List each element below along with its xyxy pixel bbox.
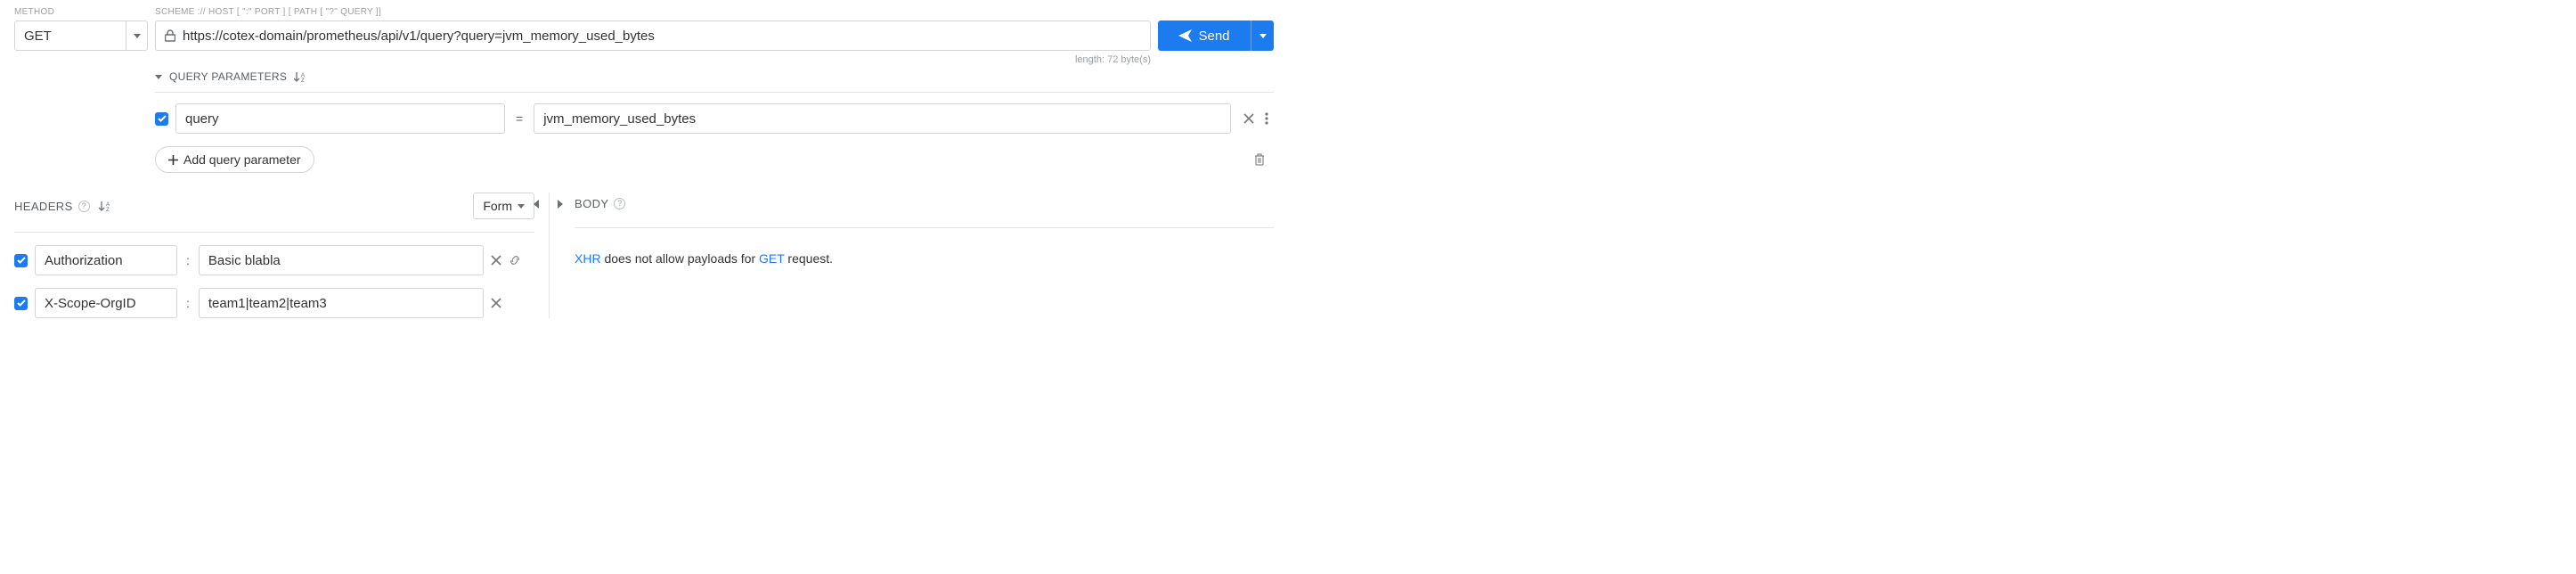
svg-text:Z: Z [106, 208, 110, 211]
query-params-title: QUERY PARAMETERS [169, 70, 287, 83]
pane-divider [549, 193, 550, 318]
body-msg-mid: does not allow payloads for [601, 251, 759, 266]
body-msg-post: request. [785, 251, 833, 266]
body-message: XHR does not allow payloads for GET requ… [575, 251, 1274, 266]
sort-icon[interactable]: AZ [294, 71, 306, 82]
add-param-label: Add query parameter [183, 152, 301, 167]
trash-icon[interactable] [1254, 153, 1265, 166]
method-value: GET [15, 21, 126, 50]
header-key-input[interactable] [35, 245, 177, 275]
help-icon[interactable]: ? [78, 201, 90, 212]
remove-header-icon[interactable] [491, 255, 501, 266]
header-row: : [14, 245, 534, 275]
url-input-container[interactable] [155, 20, 1151, 51]
plus-icon [168, 155, 178, 165]
colon: : [184, 253, 192, 267]
send-label: Send [1198, 29, 1229, 44]
headers-title: HEADERS ? AZ [14, 200, 111, 213]
url-input[interactable] [183, 29, 1141, 44]
query-params-header[interactable]: QUERY PARAMETERS AZ [155, 70, 1274, 83]
equals-sign: = [512, 111, 526, 126]
lock-icon [165, 29, 183, 42]
url-hint-label: SCHEME :// HOST [ ":" PORT ] [ PATH [ "?… [155, 7, 1151, 17]
method-dropdown-caret[interactable] [126, 21, 147, 50]
param-value-input[interactable] [534, 103, 1231, 134]
remove-param-icon[interactable] [1243, 113, 1254, 124]
caret-down-icon [155, 75, 162, 79]
url-length-text: length: 72 byte(s) [14, 54, 1274, 65]
link-icon[interactable] [509, 254, 521, 266]
colon: : [184, 296, 192, 310]
query-param-row: = [155, 103, 1274, 134]
method-label: METHOD [14, 7, 148, 17]
help-icon[interactable]: ? [614, 198, 625, 209]
header-key-input[interactable] [35, 288, 177, 318]
send-button[interactable]: Send [1158, 20, 1251, 51]
body-title: BODY ? [575, 197, 625, 210]
header-enable-checkbox[interactable] [14, 254, 28, 267]
body-msg-xhr: XHR [575, 251, 601, 266]
param-enable-checkbox[interactable] [155, 112, 168, 126]
send-button-group: Send [1158, 20, 1274, 51]
header-value-input[interactable] [199, 245, 484, 275]
headers-view-label: Form [483, 199, 512, 213]
param-key-input[interactable] [175, 103, 505, 134]
header-row: : [14, 288, 534, 318]
add-query-param-button[interactable]: Add query parameter [155, 146, 314, 173]
svg-text:Z: Z [301, 78, 305, 82]
headers-view-dropdown[interactable]: Form [473, 193, 534, 219]
collapse-left-icon[interactable] [534, 200, 540, 209]
header-enable-checkbox[interactable] [14, 297, 28, 310]
more-icon[interactable] [1265, 112, 1268, 125]
collapse-right-icon[interactable] [557, 200, 563, 209]
body-msg-method: GET [759, 251, 785, 266]
send-icon [1178, 29, 1192, 42]
sort-icon[interactable]: AZ [99, 201, 111, 211]
method-select[interactable]: GET [14, 20, 148, 51]
header-value-input[interactable] [199, 288, 484, 318]
send-dropdown[interactable] [1251, 20, 1274, 51]
remove-header-icon[interactable] [491, 298, 501, 308]
